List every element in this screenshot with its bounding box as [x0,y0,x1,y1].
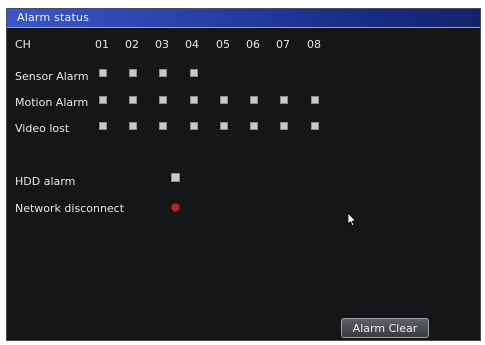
motion-alarm-ch02-indicator [129,96,137,104]
channel-header-label: CH [15,38,31,51]
network-disconnect-indicator [172,204,179,211]
sensor-alarm-ch04-indicator [190,69,198,77]
motion-alarm-ch06-indicator [250,96,258,104]
motion-alarm-ch07-indicator [280,96,288,104]
motion-alarm-ch03-indicator [159,96,167,104]
channel-07-label: 07 [276,38,290,51]
channel-03-label: 03 [155,38,169,51]
video-lost-ch08-indicator [311,122,319,130]
mouse-cursor-icon [347,212,357,227]
channel-02-label: 02 [125,38,139,51]
sensor-alarm-ch03-indicator [159,69,167,77]
video-lost-ch06-indicator [250,122,258,130]
video-lost-ch05-indicator [220,122,228,130]
video-lost-ch02-indicator [129,122,137,130]
hdd-alarm-indicator [171,173,180,182]
motion-alarm-ch04-indicator [190,96,198,104]
sensor-alarm-label: Sensor Alarm [15,70,89,83]
channel-05-label: 05 [216,38,230,51]
video-lost-ch03-indicator [159,122,167,130]
video-lost-ch01-indicator [99,122,107,130]
alarm-status-window: Alarm status CH 01 02 03 04 05 06 07 08 … [6,8,481,341]
title-bar: Alarm status [7,9,480,28]
video-lost-ch07-indicator [280,122,288,130]
video-lost-label: Video lost [15,122,70,135]
sensor-alarm-ch02-indicator [129,69,137,77]
window-title: Alarm status [17,11,90,24]
channel-04-label: 04 [185,38,199,51]
network-disconnect-label: Network disconnect [15,202,125,215]
motion-alarm-ch08-indicator [311,96,319,104]
sensor-alarm-ch01-indicator [99,69,107,77]
motion-alarm-ch05-indicator [220,96,228,104]
alarm-clear-button[interactable]: Alarm Clear [341,318,429,338]
hdd-alarm-label: HDD alarm [15,175,76,188]
motion-alarm-label: Motion Alarm [15,96,89,109]
channel-01-label: 01 [95,38,109,51]
channel-06-label: 06 [246,38,260,51]
motion-alarm-ch01-indicator [99,96,107,104]
channel-08-label: 08 [307,38,321,51]
video-lost-ch04-indicator [190,122,198,130]
